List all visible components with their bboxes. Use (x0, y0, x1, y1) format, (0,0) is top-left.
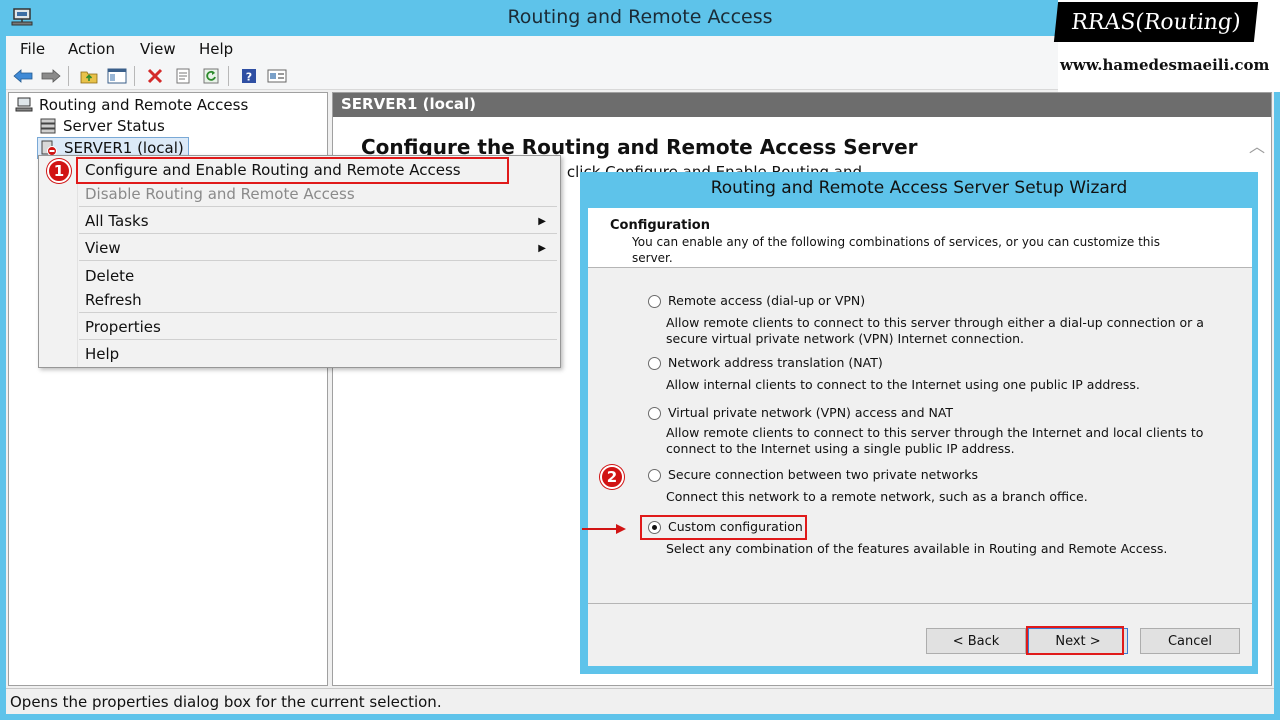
option-vpn-nat-desc: Allow remote clients to connect to this … (666, 425, 1204, 456)
tree-node-server-status-label: Server Status (63, 117, 165, 135)
wizard-header: Configuration You can enable any of the … (588, 208, 1252, 268)
menu-item-disable: Disable Routing and Remote Access (85, 185, 355, 203)
wizard-options: Remote access (dial-up or VPN) Allow rem… (588, 269, 1252, 604)
show-hide-tree-icon[interactable] (106, 65, 128, 87)
back-button[interactable]: < Back (926, 628, 1026, 654)
radio-nat[interactable] (648, 357, 661, 370)
option-remote-access-label[interactable]: Remote access (dial-up or VPN) (668, 293, 865, 308)
details-pane-header: SERVER1 (local) (333, 93, 1271, 117)
menu-item-properties[interactable]: Properties (85, 318, 161, 336)
setup-wizard-dialog: Routing and Remote Access Server Setup W… (580, 172, 1258, 674)
refresh-icon[interactable] (200, 65, 222, 87)
svg-text:?: ? (246, 71, 252, 84)
radio-vpn-nat[interactable] (648, 407, 661, 420)
wizard-header-title: Configuration (610, 218, 710, 233)
submenu-arrow-icon: ▶ (538, 216, 546, 227)
up-folder-icon[interactable] (78, 65, 100, 87)
submenu-arrow-icon: ▶ (538, 243, 546, 254)
tree-node-root[interactable]: Routing and Remote Access (15, 96, 248, 114)
wizard-header-desc: You can enable any of the following comb… (632, 235, 1160, 265)
highlight-box-custom-configuration (640, 515, 807, 540)
server-status-icon (40, 118, 56, 134)
properties-icon[interactable] (172, 65, 194, 87)
option-nat-desc: Allow internal clients to connect to the… (666, 377, 1140, 392)
watermark-title: RRAS(Routing) (1053, 2, 1259, 42)
menu-item-all-tasks[interactable]: All Tasks (85, 212, 149, 230)
wizard-body: Configuration You can enable any of the … (588, 208, 1252, 666)
option-custom-configuration-desc: Select any combination of the features a… (666, 541, 1168, 556)
scroll-up-icon[interactable]: ︿ (1249, 133, 1265, 157)
delete-icon[interactable] (144, 65, 166, 87)
watermark-url: www.hamedesmaeili.com (1060, 56, 1270, 74)
radio-secure-connection[interactable] (648, 469, 661, 482)
menu-item-delete[interactable]: Delete (85, 267, 134, 285)
option-remote-access-desc: Allow remote clients to connect to this … (666, 315, 1204, 346)
menu-action[interactable]: Action (68, 40, 115, 58)
option-secure-connection-label[interactable]: Secure connection between two private ne… (668, 467, 978, 482)
tree-node-server-status[interactable]: Server Status (39, 117, 165, 135)
cancel-button[interactable]: Cancel (1140, 628, 1240, 654)
rras-root-icon (15, 97, 33, 112)
forward-arrow-icon[interactable] (40, 65, 62, 87)
menu-file[interactable]: File (20, 40, 45, 58)
option-nat-label[interactable]: Network address translation (NAT) (668, 355, 883, 370)
option-vpn-nat-label[interactable]: Virtual private network (VPN) access and… (668, 405, 953, 420)
server-stopped-icon (41, 140, 57, 156)
step-badge-2: 2 (600, 465, 624, 489)
option-secure-connection-desc: Connect this network to a remote network… (666, 489, 1088, 504)
help-icon[interactable]: ? (238, 65, 260, 87)
menu-view[interactable]: View (140, 40, 176, 58)
status-text: Opens the properties dialog box for the … (10, 693, 442, 711)
radio-remote-access[interactable] (648, 295, 661, 308)
highlight-box-configure (76, 157, 509, 184)
tree-node-root-label: Routing and Remote Access (39, 96, 249, 114)
menu-item-refresh[interactable]: Refresh (85, 291, 142, 309)
highlight-box-next (1026, 626, 1124, 655)
context-menu: Configure and Enable Routing and Remote … (38, 155, 561, 368)
status-bar: Opens the properties dialog box for the … (6, 688, 1274, 714)
back-arrow-icon[interactable] (12, 65, 34, 87)
step-badge-1: 1 (47, 159, 71, 183)
menu-item-view[interactable]: View (85, 239, 121, 257)
mmc-panel-icon[interactable] (266, 65, 288, 87)
wizard-title: Routing and Remote Access Server Setup W… (710, 178, 1128, 198)
red-arrow-icon (582, 524, 626, 534)
menu-item-help[interactable]: Help (85, 345, 119, 363)
menu-help[interactable]: Help (199, 40, 233, 58)
